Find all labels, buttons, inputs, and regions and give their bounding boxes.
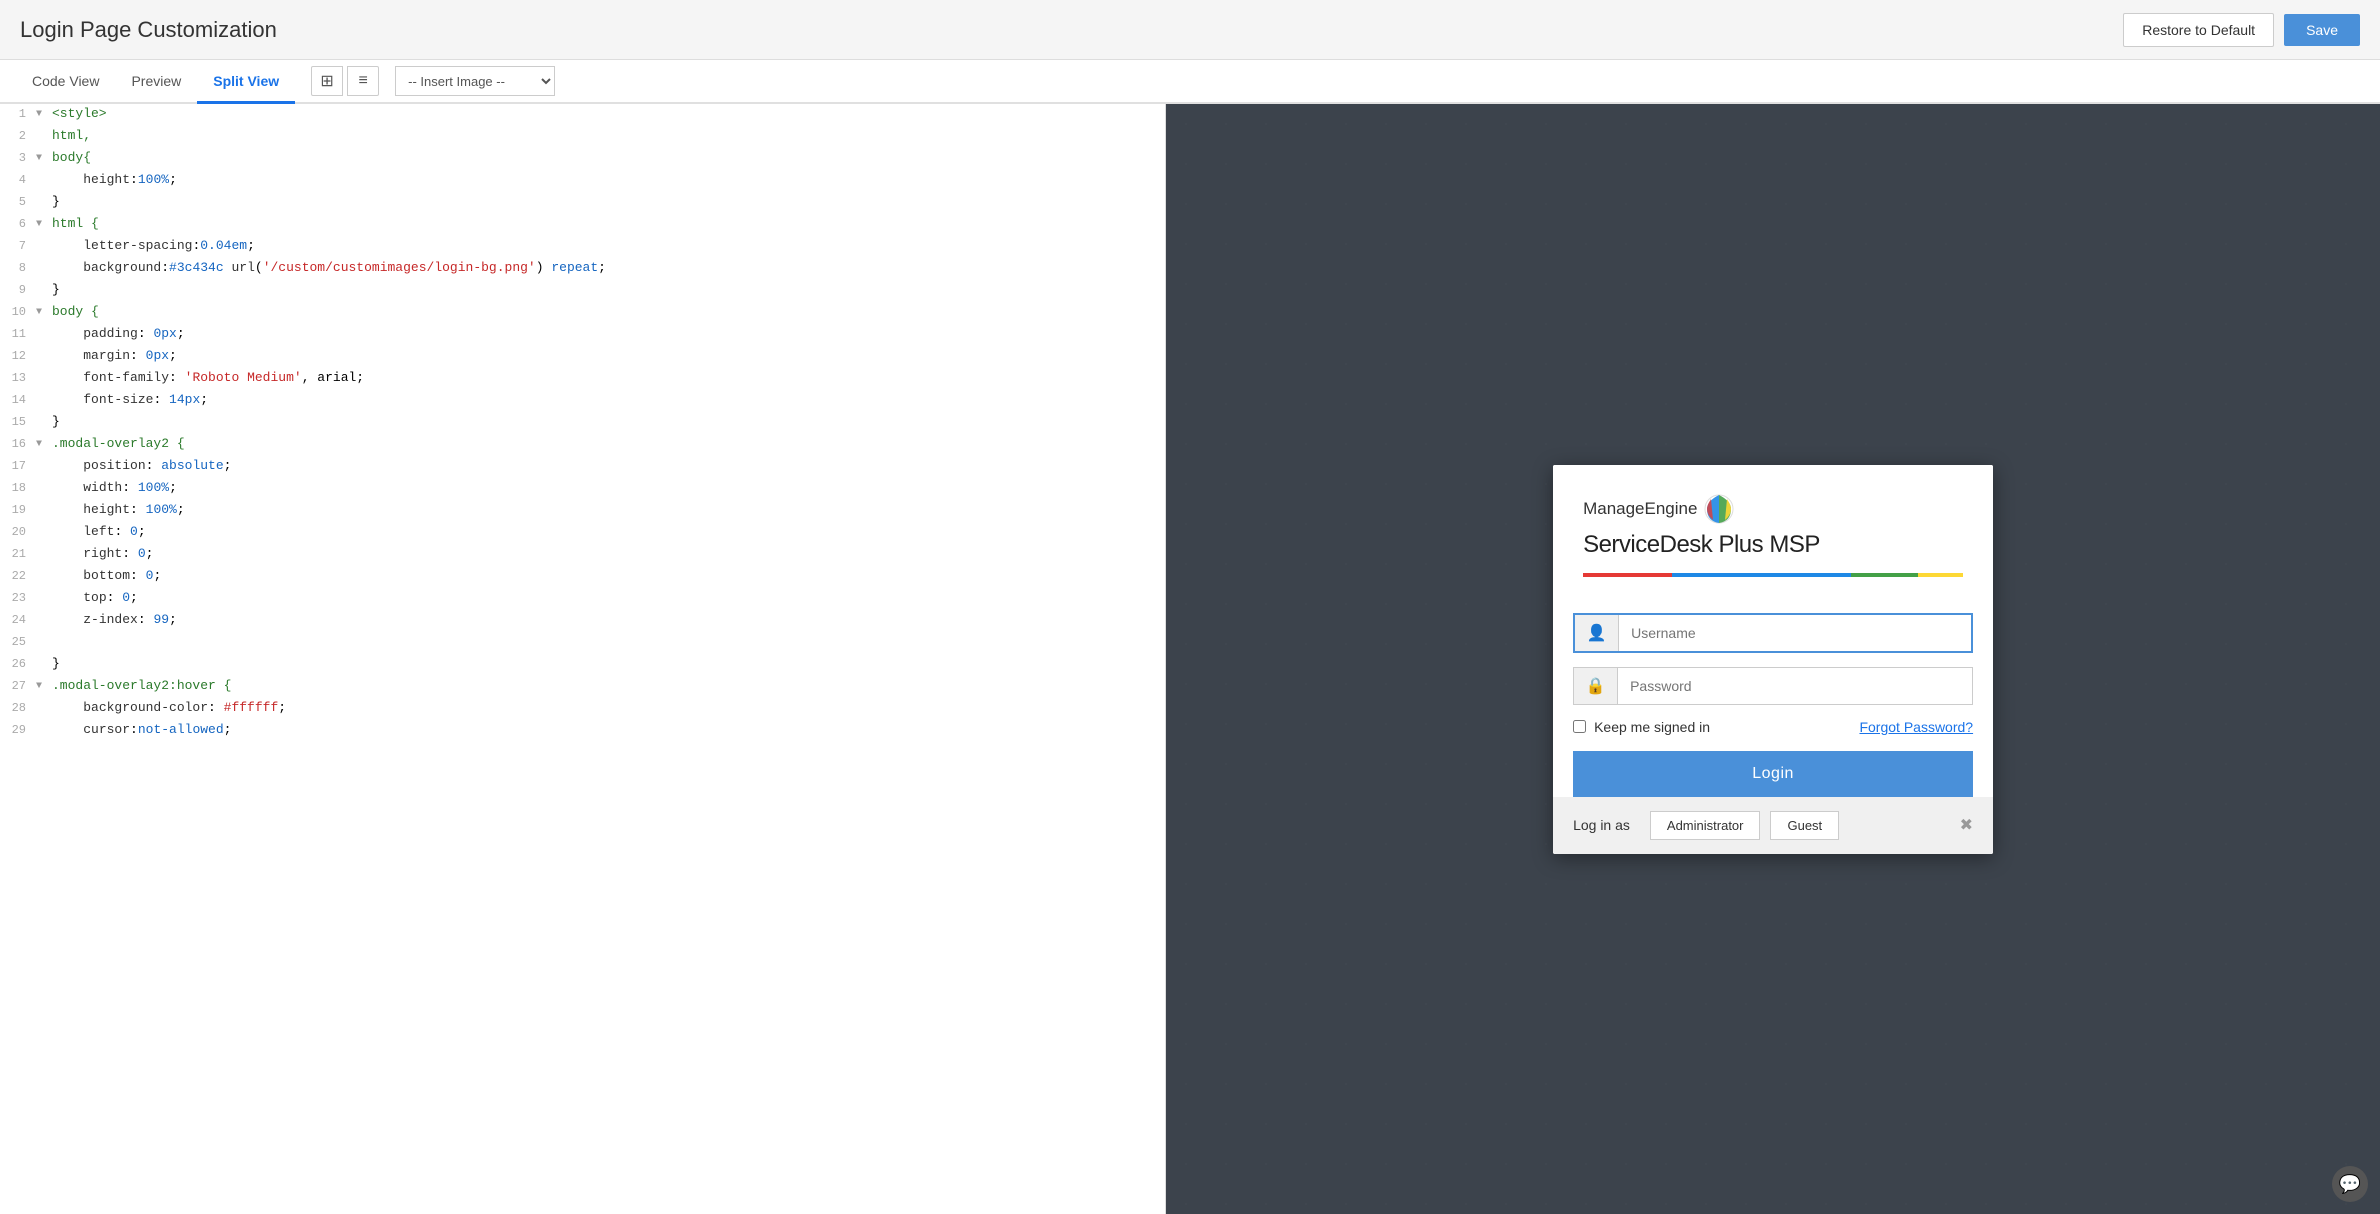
code-line: 24 z-index: 99; <box>0 610 1165 632</box>
log-in-as-label: Log in as <box>1573 817 1630 833</box>
view-icons: ⊞ ≡ <box>311 66 379 96</box>
username-input-group: 👤 <box>1573 613 1973 653</box>
code-line: 1 ▼ <style> <box>0 104 1165 126</box>
insert-image-select[interactable]: -- Insert Image -- <box>395 66 555 96</box>
code-line: 5 } <box>0 192 1165 214</box>
username-input[interactable] <box>1619 615 1971 651</box>
code-line: 3 ▼ body{ <box>0 148 1165 170</box>
code-line: 21 right: 0; <box>0 544 1165 566</box>
code-line: 7 letter-spacing:0.04em; <box>0 236 1165 258</box>
editor-toolbar: Code View Preview Split View ⊞ ≡ -- Inse… <box>0 60 2380 104</box>
administrator-button[interactable]: Administrator <box>1650 811 1761 840</box>
header-actions: Restore to Default Save <box>2123 13 2360 47</box>
code-line: 9 } <box>0 280 1165 302</box>
manage-engine-logo-icon <box>1703 493 1735 525</box>
main-area: 1 ▼ <style> 2 html, 3 ▼ body{ 4 height:1… <box>0 104 2380 1214</box>
keep-signed-label: Keep me signed in <box>1594 719 1710 735</box>
code-line: 26 } <box>0 654 1165 676</box>
preview-area: ManageEngine ServiceDesk Plus MSP <box>1166 104 2380 1214</box>
code-line: 29 cursor:not-allowed; <box>0 720 1165 742</box>
code-line: 20 left: 0; <box>0 522 1165 544</box>
code-line: 23 top: 0; <box>0 588 1165 610</box>
code-line: 15 } <box>0 412 1165 434</box>
password-input-group: 🔒 <box>1573 667 1973 705</box>
restore-default-button[interactable]: Restore to Default <box>2123 13 2274 47</box>
chat-icon[interactable]: 💬 <box>2332 1166 2368 1202</box>
code-line: 17 position: absolute; <box>0 456 1165 478</box>
forgot-password-link[interactable]: Forgot Password? <box>1859 719 1973 735</box>
login-card: ManageEngine ServiceDesk Plus MSP <box>1553 465 1993 854</box>
code-line: 18 width: 100%; <box>0 478 1165 500</box>
code-line: 12 margin: 0px; <box>0 346 1165 368</box>
color-bar-red <box>1583 573 1672 577</box>
password-input[interactable] <box>1618 668 1972 704</box>
code-line: 22 bottom: 0; <box>0 566 1165 588</box>
color-bar-blue <box>1672 573 1851 577</box>
code-line: 28 background-color: #ffffff; <box>0 698 1165 720</box>
code-line: 10 ▼ body { <box>0 302 1165 324</box>
code-line: 8 background:#3c434c url('/custom/custom… <box>0 258 1165 280</box>
code-line: 6 ▼ html { <box>0 214 1165 236</box>
product-name: ServiceDesk Plus MSP <box>1583 531 1963 559</box>
close-icon[interactable]: ✖ <box>1960 815 1973 835</box>
page-header: Login Page Customization Restore to Defa… <box>0 0 2380 60</box>
tab-split-view[interactable]: Split View <box>197 61 295 104</box>
save-button[interactable]: Save <box>2284 14 2360 46</box>
code-line: 2 html, <box>0 126 1165 148</box>
log-in-as: Log in as Administrator Guest <box>1573 811 1839 840</box>
login-options: Keep me signed in Forgot Password? <box>1573 719 1973 735</box>
lock-icon: 🔒 <box>1574 668 1618 704</box>
code-line: 25 <box>0 632 1165 654</box>
brand-logo: ManageEngine <box>1583 493 1963 525</box>
code-line: 27 ▼ .modal-overlay2:hover { <box>0 676 1165 698</box>
tab-preview[interactable]: Preview <box>115 61 197 104</box>
code-line: 19 height: 100%; <box>0 500 1165 522</box>
code-line: 4 height:100%; <box>0 170 1165 192</box>
color-bar-yellow <box>1918 573 1963 577</box>
tab-code-view[interactable]: Code View <box>16 61 115 104</box>
guest-button[interactable]: Guest <box>1770 811 1839 840</box>
code-line: 11 padding: 0px; <box>0 324 1165 346</box>
code-line: 16 ▼ .modal-overlay2 { <box>0 434 1165 456</box>
login-button[interactable]: Login <box>1573 751 1973 797</box>
brand-name: ManageEngine <box>1583 499 1697 519</box>
grid-view-icon[interactable]: ⊞ <box>311 66 343 96</box>
list-view-icon[interactable]: ≡ <box>347 66 379 96</box>
login-card-bottom: Log in as Administrator Guest ✖ <box>1553 797 1993 854</box>
keep-signed-in: Keep me signed in <box>1573 719 1710 735</box>
code-line: 13 font-family: 'Roboto Medium', arial; <box>0 368 1165 390</box>
login-card-top: ManageEngine ServiceDesk Plus MSP <box>1553 465 1993 597</box>
user-icon: 👤 <box>1575 615 1619 651</box>
color-bar-green <box>1851 573 1918 577</box>
code-editor[interactable]: 1 ▼ <style> 2 html, 3 ▼ body{ 4 height:1… <box>0 104 1166 1214</box>
login-form: 👤 🔒 Keep me signed in Forgot Password? <box>1553 597 1993 797</box>
code-line: 14 font-size: 14px; <box>0 390 1165 412</box>
keep-signed-checkbox[interactable] <box>1573 720 1586 733</box>
page-title: Login Page Customization <box>20 17 277 43</box>
color-bar <box>1583 573 1963 577</box>
